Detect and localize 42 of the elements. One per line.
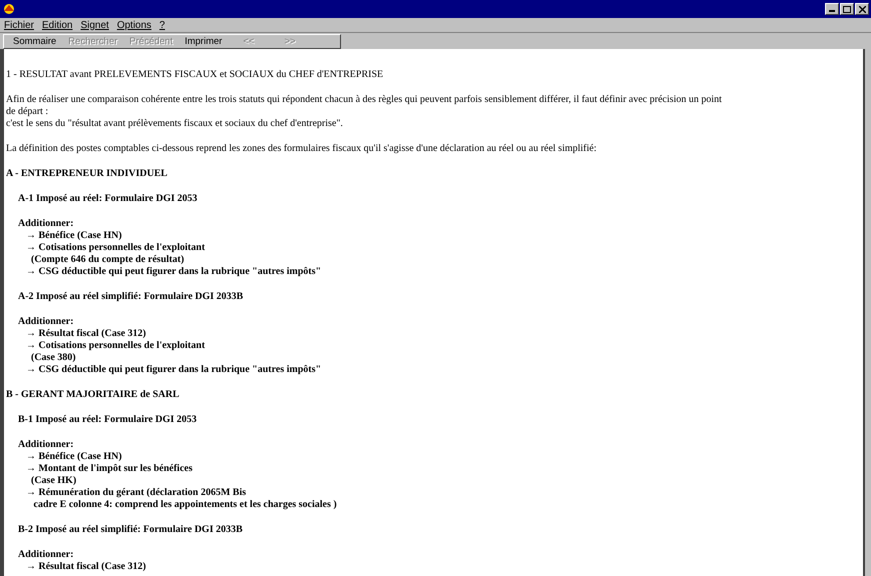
subsection-heading: A-2 Imposé au réel simplifié: Formulaire DGI 2033B xyxy=(18,291,244,303)
list-item: → CSG déductible qui peut figurer dans la rubrique "autres impôts" xyxy=(25,266,322,278)
list-item: → Résultat fiscal (Case 312) xyxy=(25,328,147,340)
subsection-heading: B-1 Imposé au réel: Formulaire DGI 2053 xyxy=(18,414,198,426)
list-item: → Cotisations personnelles de l'exploitant xyxy=(25,340,206,352)
maximize-icon xyxy=(843,6,851,12)
list-item: cadre E colonne 4: comprend les appointements et les charges sociales ) xyxy=(32,499,338,511)
list-label: Additionner: xyxy=(18,439,75,451)
section-heading: B - GERANT MAJORITAIRE de SARL xyxy=(6,389,180,401)
list-item: → Résultat fiscal (Case 312) xyxy=(25,561,147,573)
list-item: (Case 380) xyxy=(30,352,77,364)
menu-item[interactable]: Fichier xyxy=(4,20,34,30)
list-item: → Bénéfice (Case HN) xyxy=(25,230,123,242)
close-icon xyxy=(858,6,866,12)
toolbar-button[interactable]: Imprimer xyxy=(180,36,228,46)
section-heading: A - ENTREPRENEUR INDIVIDUEL xyxy=(6,168,168,180)
list-item: (Compte 646 du compte de résultat) xyxy=(30,254,186,266)
list-label: Additionner: xyxy=(18,549,75,561)
heading: 1 - RESULTAT avant PRELEVEMENTS FISCAUX et SOCIAUX du CHEF d'ENTREPRISE xyxy=(6,69,384,81)
list-label: Additionner: xyxy=(18,218,75,230)
list-item: → Bénéfice (Case HN) xyxy=(25,451,123,463)
list-item: → CSG déductible qui peut figurer dans la rubrique "autres impôts" xyxy=(25,364,322,376)
toolbar-button[interactable]: Sommaire xyxy=(8,36,62,46)
menu-item[interactable]: ? xyxy=(159,20,165,30)
list-item: (Case HK) xyxy=(30,475,78,487)
close-button[interactable] xyxy=(855,3,869,15)
list-item: → Cotisations personnelles de l'exploitant xyxy=(25,242,206,254)
subsection-heading: A-1 Imposé au réel: Formulaire DGI 2053 xyxy=(18,193,198,205)
paragraph-line: c'est le sens du "résultat avant prélèvements fiscaux et sociaux du chef d'entreprise". xyxy=(6,118,344,130)
menu-item[interactable]: Options xyxy=(116,20,152,30)
menu-item[interactable]: Edition xyxy=(42,20,73,30)
app-icon xyxy=(2,2,16,16)
paragraph-line: Afin de réaliser une comparaison cohérente entre les trois statuts qui répondent chacun à des règles qui peuvent parfois sensiblement différer, il faut définir avec précision un point xyxy=(6,94,723,106)
menu-item[interactable]: Signet xyxy=(80,20,109,30)
minimize-button[interactable] xyxy=(825,3,839,15)
list-label: Additionner: xyxy=(18,316,75,328)
list-item: → Rémunération du gérant (déclaration 2065M Bis xyxy=(25,487,247,499)
paragraph-line: de départ : xyxy=(6,106,50,118)
subsection-heading: B-2 Imposé au réel simplifié: Formulaire DGI 2033B xyxy=(18,524,244,536)
maximize-button[interactable] xyxy=(840,3,854,15)
list-item: → Montant de l'impôt sur les bénéfices xyxy=(25,463,194,475)
paragraph-line: La définition des postes comptables ci-dessous reprend les zones des formulaires fiscaux qu'il s'agisse d'une déclaration au réel ou au réel simplifié: xyxy=(6,143,598,155)
